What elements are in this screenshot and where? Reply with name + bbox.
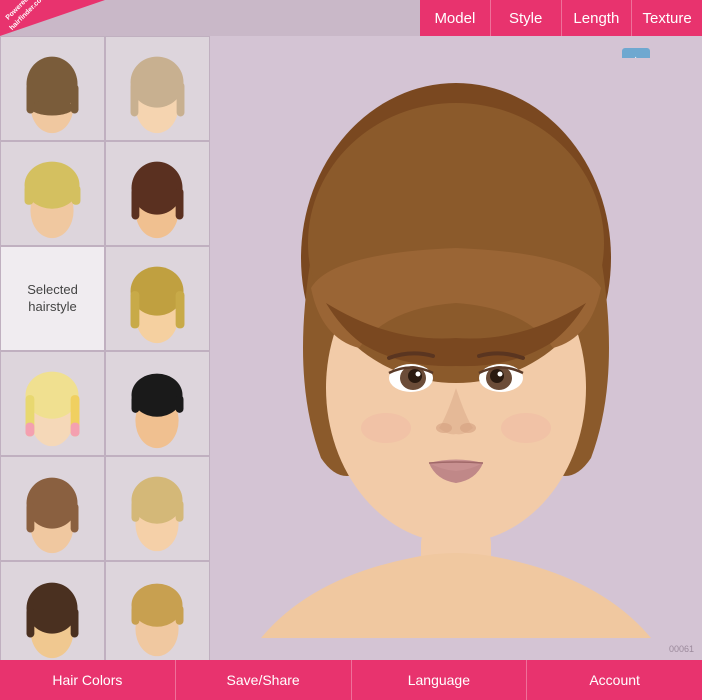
nav-length[interactable]: Length <box>561 0 632 36</box>
bottom-nav-hair-colors[interactable]: Hair Colors <box>0 660 176 700</box>
list-item[interactable] <box>0 36 105 141</box>
list-item[interactable] <box>0 456 105 561</box>
list-item[interactable] <box>0 351 105 456</box>
bottom-nav-account[interactable]: Account <box>527 660 702 700</box>
list-item[interactable] <box>105 246 210 351</box>
preview-area: ▲ ◀ Reset ▶ − ▼ + <box>210 36 702 660</box>
list-item[interactable] <box>105 456 210 561</box>
selected-label: Selectedhairstyle <box>27 282 78 316</box>
model-image <box>210 36 702 660</box>
list-item[interactable] <box>105 351 210 456</box>
list-item[interactable] <box>105 141 210 246</box>
bottom-nav: Hair Colors Save/Share Language Account <box>0 660 702 700</box>
list-item[interactable] <box>105 36 210 141</box>
nav-model[interactable]: Model <box>420 0 490 36</box>
nav-texture[interactable]: Texture <box>631 0 702 36</box>
selected-hairstyle-placeholder: Selectedhairstyle <box>0 246 105 351</box>
sidebar: Selectedhairstyle <box>0 36 210 660</box>
bottom-nav-language[interactable]: Language <box>352 660 528 700</box>
watermark: 00061 <box>669 644 694 654</box>
list-item[interactable] <box>0 561 105 660</box>
list-item[interactable] <box>105 561 210 660</box>
bottom-nav-save-share[interactable]: Save/Share <box>176 660 352 700</box>
nav-style[interactable]: Style <box>490 0 561 36</box>
list-item[interactable] <box>0 141 105 246</box>
